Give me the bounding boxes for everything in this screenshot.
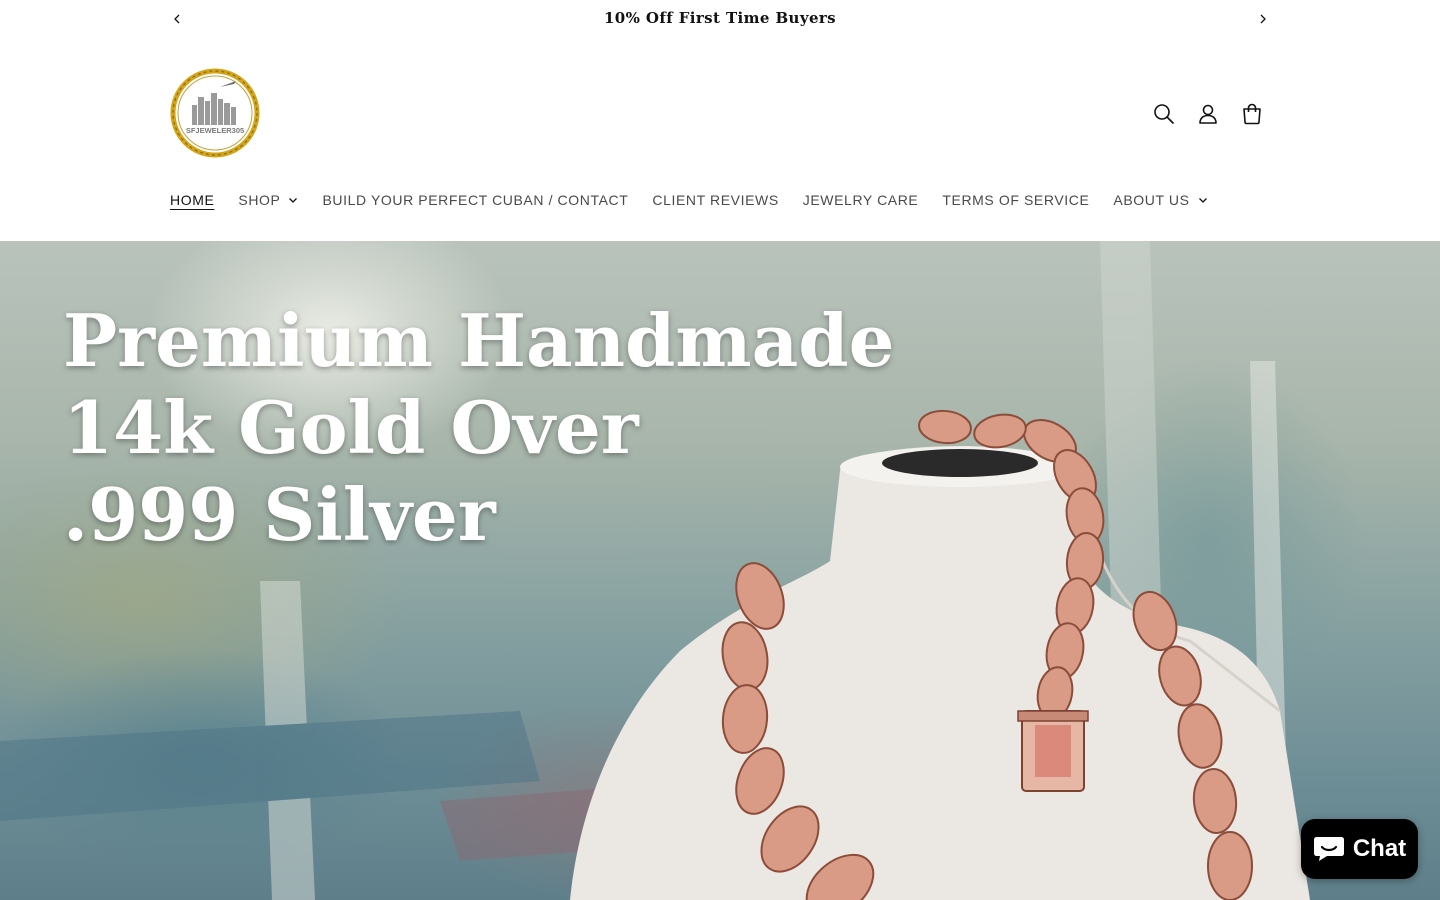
nav-item-label: CLIENT REVIEWS [652,192,779,208]
cart-button[interactable] [1230,92,1274,136]
header-icons [1142,92,1274,136]
announcement-bar: 10% Off First Time Buyers [0,0,1440,40]
main-navigation: HOME SHOP BUILD YOUR PERFECT CUBAN / CON… [158,183,1220,217]
chevron-down-icon [1198,198,1207,203]
account-button[interactable] [1186,92,1230,136]
nav-item-client-reviews[interactable]: CLIENT REVIEWS [640,183,790,217]
nav-item-label: SHOP [238,192,281,208]
hero-heading-line-2: 14k Gold Over [63,385,639,470]
search-button[interactable] [1142,92,1186,136]
logo-text: SFJEWELER305 [186,126,244,135]
account-icon [1199,104,1217,124]
hero-banner: Premium Handmade 14k Gold Over .999 Silv… [0,241,1440,900]
store-logo[interactable]: SFJEWELER305 [170,67,260,160]
chevron-down-icon [289,198,298,203]
hero-heading-line-1: Premium Handmade [63,298,895,383]
announcement-next-button[interactable] [1252,8,1274,30]
nav-item-label: BUILD YOUR PERFECT CUBAN / CONTACT [322,192,629,208]
nav-item-shop[interactable]: SHOP [226,183,310,217]
chat-bubble-icon [1313,837,1344,861]
hero-heading: Premium Handmade 14k Gold Over .999 Silv… [63,297,963,558]
nav-item-label: JEWELRY CARE [802,192,919,208]
announcement-text[interactable]: 10% Off First Time Buyers [0,9,1440,27]
chat-button-label: Chat [1352,835,1407,862]
logo-image: SFJEWELER305 [170,68,260,158]
search-icon [1154,104,1174,124]
nav-item-label: HOME [170,192,215,208]
hero-heading-line-3: .999 Silver [63,472,496,557]
nav-item-label: ABOUT US [1113,192,1190,208]
cart-icon [1243,103,1261,125]
nav-item-home[interactable]: HOME [158,183,226,217]
nav-item-about-us[interactable]: ABOUT US [1101,183,1219,217]
nav-item-jewelry-care[interactable]: JEWELRY CARE [791,183,931,217]
chat-button[interactable]: Chat [1301,819,1418,879]
nav-item-build-cuban-contact[interactable]: BUILD YOUR PERFECT CUBAN / CONTACT [310,183,640,217]
nav-item-label: TERMS OF SERVICE [942,192,1090,208]
chevron-right-icon [1260,14,1266,24]
nav-item-terms-of-service[interactable]: TERMS OF SERVICE [930,183,1101,217]
